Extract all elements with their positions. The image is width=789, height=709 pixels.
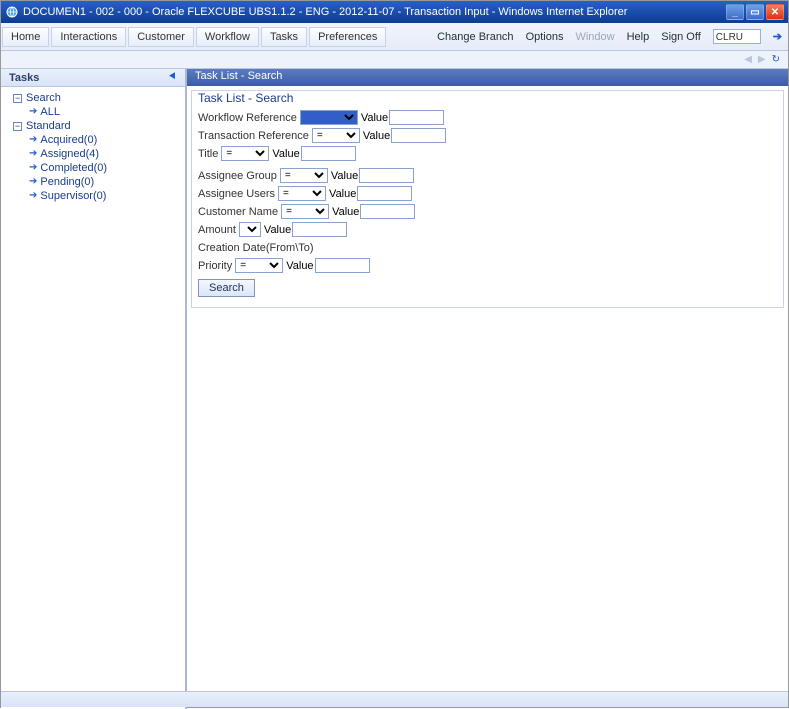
op-workflow-ref[interactable] [300,110,358,125]
tree-child-pending[interactable]: ➔Pending(0) [7,175,179,189]
next-icon[interactable]: ▶ [758,54,766,65]
label-value: Value [363,130,390,142]
search-button[interactable]: Search [198,279,255,297]
input-txn-ref[interactable] [391,128,446,143]
input-assignee-users[interactable] [357,186,412,201]
label-assignee-group: Assignee Group [198,170,277,182]
link-signoff[interactable]: Sign Off [661,31,701,43]
content-header: Task List - Search [187,69,788,86]
window-title: DOCUMEN1 - 002 - 000 - Oracle FLEXCUBE U… [23,6,726,18]
op-priority[interactable]: = [235,258,283,273]
label-assignee-users: Assignee Users [198,188,275,200]
op-title[interactable]: = [221,146,269,161]
tree-node-search[interactable]: −Search [7,91,179,105]
tree-label: Pending(0) [40,175,94,189]
minimize-button[interactable]: _ [726,4,744,20]
top-right-links: Change Branch Options Window Help Sign O… [437,29,788,44]
label-value: Value [286,260,313,272]
op-assignee-group[interactable]: = [280,168,328,183]
op-txn-ref[interactable]: = [312,128,360,143]
content-pane: Task List - Search Task List - Search Wo… [187,69,788,709]
tree-child-all[interactable]: ➔ALL [7,105,179,119]
input-title[interactable] [301,146,356,161]
tree-child-supervisor[interactable]: ➔Supervisor(0) [7,189,179,203]
label-customer-name: Customer Name [198,206,278,218]
prev-icon[interactable]: ◀ [744,54,752,65]
tree-toggle-icon[interactable]: − [13,94,22,103]
op-assignee-users[interactable]: = [278,186,326,201]
tree-node-standard[interactable]: −Standard [7,119,179,133]
sub-toolbar: ◀ ▶ ↻ [1,51,788,69]
arrow-icon: ➔ [29,189,37,203]
arrow-icon: ➔ [29,105,37,119]
label-value: Value [331,170,358,182]
sidebar: Tasks ⯇ −Search ➔ALL −Standard ➔Acquired… [1,69,187,709]
label-priority: Priority [198,260,232,272]
label-workflow-ref: Workflow Reference [198,112,297,124]
label-title: Title [198,148,218,160]
link-help[interactable]: Help [627,31,650,43]
tree-label: Assigned(4) [40,147,99,161]
link-change-branch[interactable]: Change Branch [437,31,513,43]
sidebar-title-bar: Tasks ⯇ [1,69,185,87]
tree-child-acquired[interactable]: ➔Acquired(0) [7,133,179,147]
go-arrow-icon[interactable]: ➔ [773,30,782,43]
tree-label: Completed(0) [40,161,107,175]
arrow-icon: ➔ [29,147,37,161]
link-options[interactable]: Options [526,31,564,43]
menu-preferences[interactable]: Preferences [309,27,386,47]
op-amount[interactable]: = [239,222,261,237]
label-value: Value [329,188,356,200]
tree-child-completed[interactable]: ➔Completed(0) [7,161,179,175]
app-menu-bar: Home Interactions Customer Workflow Task… [1,23,788,51]
label-amount: Amount [198,224,236,236]
tree-child-assigned[interactable]: ➔Assigned(4) [7,147,179,161]
menu-customer[interactable]: Customer [128,27,194,47]
maximize-button[interactable]: ▭ [746,4,764,20]
menu-home[interactable]: Home [2,27,49,47]
link-window: Window [575,31,614,43]
label-creation-date: Creation Date(From\To) [198,242,314,254]
arrow-icon: ➔ [29,161,37,175]
tree-label: Acquired(0) [40,133,97,147]
status-bar [1,691,788,707]
label-txn-ref: Transaction Reference [198,130,309,142]
tree-label-all: ALL [40,105,60,119]
ie-icon [5,5,19,19]
input-customer-name[interactable] [360,204,415,219]
input-priority[interactable] [315,258,370,273]
tree-label: Supervisor(0) [40,189,106,203]
collapse-arrow-icon[interactable]: ⯇ [168,71,177,84]
task-tree: −Search ➔ALL −Standard ➔Acquired(0) ➔Ass… [1,87,185,207]
op-customer-name[interactable]: = [281,204,329,219]
menu-tasks[interactable]: Tasks [261,27,307,47]
arrow-icon: ➔ [29,175,37,189]
label-value: Value [272,148,299,160]
menu-workflow[interactable]: Workflow [196,27,259,47]
arrow-icon: ➔ [29,133,37,147]
label-value: Value [332,206,359,218]
label-value: Value [361,112,388,124]
tree-label-search: Search [26,92,61,104]
window-controls: _ ▭ ✕ [726,4,784,20]
refresh-icon[interactable]: ↻ [772,54,780,65]
input-workflow-ref[interactable] [389,110,444,125]
search-panel: Task List - Search Workflow Reference Va… [191,90,784,308]
main-menu: Home Interactions Customer Workflow Task… [1,25,387,49]
panel-title: Task List - Search [198,91,777,105]
tree-label-standard: Standard [26,120,71,132]
menu-interactions[interactable]: Interactions [51,27,126,47]
label-value: Value [264,224,291,236]
window-title-bar: DOCUMEN1 - 002 - 000 - Oracle FLEXCUBE U… [1,1,788,23]
branch-code-field[interactable]: CLRU [713,29,761,44]
main-area: Tasks ⯇ −Search ➔ALL −Standard ➔Acquired… [1,69,788,709]
input-assignee-group[interactable] [359,168,414,183]
close-button[interactable]: ✕ [766,4,784,20]
sidebar-title: Tasks [9,72,39,84]
input-amount[interactable] [292,222,347,237]
tree-toggle-icon[interactable]: − [13,122,22,131]
